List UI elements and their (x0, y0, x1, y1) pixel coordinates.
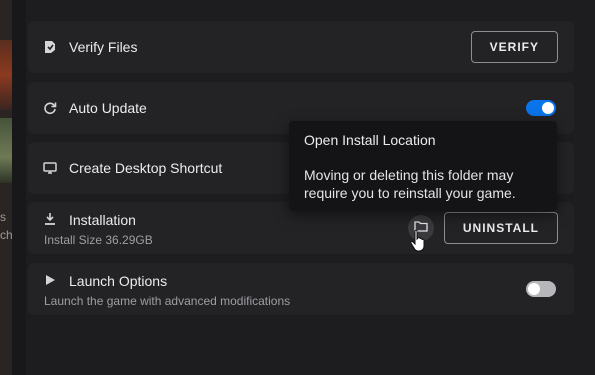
auto-update-label: Auto Update (69, 100, 147, 116)
partial-background-text: ch (0, 228, 13, 242)
uninstall-button[interactable]: UNINSTALL (443, 212, 558, 244)
background-game-library: s ch (0, 0, 13, 375)
monitor-icon (43, 161, 57, 175)
launch-options-label: Launch Options (69, 273, 168, 289)
game-cover-art (0, 40, 12, 110)
verify-files-label: Verify Files (69, 39, 138, 55)
verify-button[interactable]: VERIFY (470, 31, 558, 63)
tooltip-body: Moving or deleting this folder may requi… (304, 167, 516, 201)
install-location-tooltip: Open Install Location Moving or deleting… (289, 121, 557, 211)
launch-options-row: Launch Options Launch the game with adva… (28, 263, 574, 315)
launch-options-description: Launch the game with advanced modificati… (44, 294, 291, 308)
download-icon (43, 212, 57, 226)
panel-edge (12, 0, 26, 375)
toggle-knob (528, 283, 540, 295)
play-icon (43, 273, 57, 287)
auto-update-toggle[interactable] (526, 100, 556, 116)
partial-background-text: s (0, 210, 6, 224)
desktop-shortcut-label: Create Desktop Shortcut (69, 160, 223, 176)
install-size-label: Install Size 36.29GB (44, 233, 153, 247)
refresh-icon (43, 101, 57, 115)
hand-cursor-icon (410, 229, 426, 253)
launch-options-toggle[interactable] (526, 281, 556, 297)
tooltip-title: Open Install Location (304, 132, 436, 148)
installation-label: Installation (69, 212, 136, 228)
game-cover-art (0, 118, 12, 183)
toggle-knob (542, 102, 554, 114)
shield-check-icon (43, 40, 57, 54)
verify-files-row: Verify Files VERIFY (28, 21, 574, 73)
